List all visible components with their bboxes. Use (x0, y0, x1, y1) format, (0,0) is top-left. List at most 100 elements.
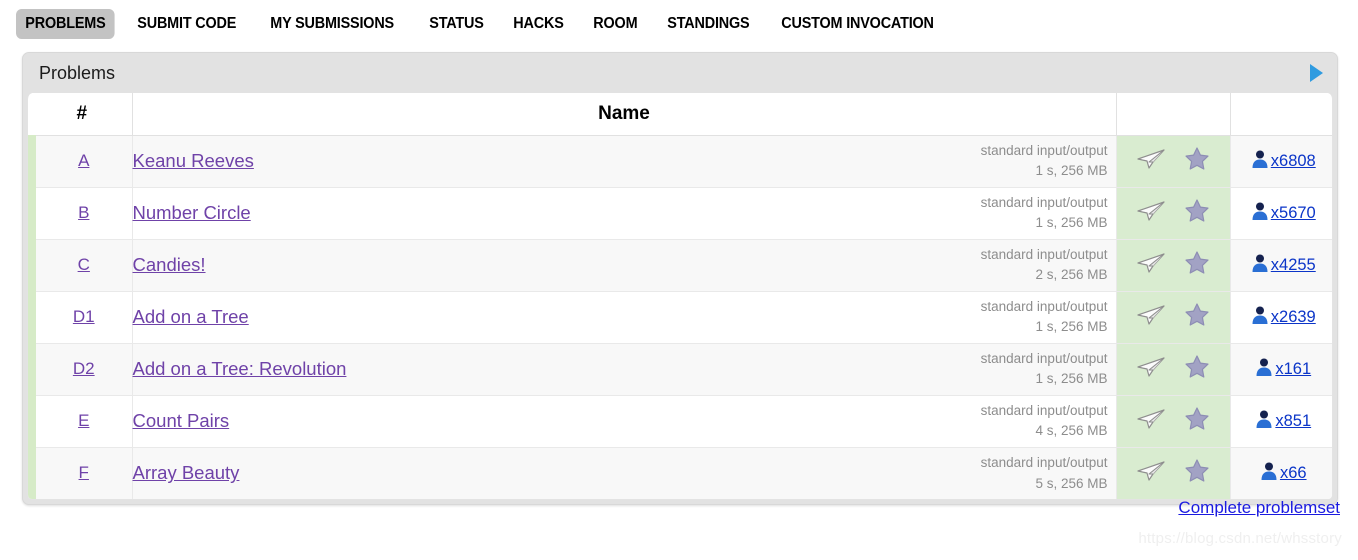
problem-index-cell: D2 (28, 343, 133, 396)
nav-tab-hacks[interactable]: HACKS (504, 9, 573, 39)
problem-time-memory: 2 s, 256 MB (1035, 267, 1108, 282)
paper-plane-icon[interactable] (1136, 148, 1166, 175)
problem-index-link[interactable]: B (78, 203, 89, 222)
user-icon (1260, 461, 1278, 486)
problems-table-wrap: # Name A Keanu Reeves standard input/outpu… (27, 93, 1333, 500)
table-row: E Count Pairs standard input/output 4 s, 25… (28, 395, 1332, 448)
problem-actions-cell (1116, 135, 1231, 188)
col-header-index: # (32, 93, 133, 136)
paper-plane-icon[interactable] (1136, 356, 1166, 383)
problem-actions-cell (1116, 447, 1231, 499)
problem-io: standard input/output (980, 350, 1108, 366)
problem-index-link[interactable]: D1 (73, 307, 95, 326)
table-row: B Number Circle standard input/output 1 s, … (28, 187, 1332, 240)
solved-count-link[interactable]: x2639 (1271, 308, 1316, 327)
nav-tab-standings[interactable]: STANDINGS (658, 9, 759, 39)
problem-solved-cell: x161 (1230, 343, 1332, 396)
solved-count-link[interactable]: x6808 (1271, 152, 1316, 171)
complete-problemset-link[interactable]: Complete problemset (1178, 498, 1340, 517)
star-icon[interactable] (1184, 250, 1210, 280)
nav-tab-my-submissions[interactable]: MY SUBMISSIONS (261, 9, 403, 39)
problem-solved-cell: x6808 (1230, 135, 1332, 188)
star-icon[interactable] (1184, 302, 1210, 332)
watermark: https://blog.csdn.net/whsstory (1138, 530, 1342, 547)
problem-limits: standard input/output 1 s, 256 MB (981, 141, 1108, 182)
nav-tab-custom-invocation[interactable]: CUSTOM INVOCATION (772, 9, 943, 39)
problem-index-link[interactable]: A (78, 151, 89, 170)
user-icon (1251, 149, 1269, 174)
problem-solved-cell: x851 (1230, 395, 1332, 448)
star-icon[interactable] (1184, 406, 1210, 436)
star-icon[interactable] (1184, 198, 1210, 228)
problem-name-cell: Keanu Reeves standard input/output 1 s, 25… (132, 135, 1117, 188)
paper-plane-icon[interactable] (1136, 252, 1166, 279)
problem-io: standard input/output (980, 246, 1108, 262)
paper-plane-icon[interactable] (1136, 408, 1166, 435)
problem-solved-cell: x5670 (1230, 187, 1332, 240)
problem-index-cell: D1 (28, 291, 133, 344)
problem-limits: standard input/output 4 s, 256 MB (981, 401, 1108, 442)
problem-io: standard input/output (980, 298, 1108, 314)
problem-time-memory: 5 s, 256 MB (1035, 475, 1108, 491)
problem-actions-cell (1116, 291, 1231, 344)
page-title: Problems (39, 62, 116, 83)
table-row: D2 Add on a Tree: Revolution standard inpu… (28, 343, 1332, 396)
col-header-solved (1230, 93, 1332, 136)
star-icon[interactable] (1184, 354, 1210, 384)
problem-name-cell: Array Beauty standard input/output 5 s, 25… (132, 447, 1117, 499)
star-icon[interactable] (1184, 458, 1210, 488)
solved-count-link[interactable]: x66 (1280, 464, 1307, 483)
problem-limits: standard input/output 2 s, 256 MB (981, 245, 1108, 286)
problem-time-memory: 1 s, 256 MB (1035, 215, 1108, 230)
caret-right-icon[interactable] (1310, 64, 1323, 82)
problem-name-link[interactable]: Add on a Tree: Revolution (133, 358, 347, 379)
paper-plane-icon[interactable] (1136, 460, 1166, 487)
solved-count-link[interactable]: x161 (1275, 360, 1311, 379)
solved-count-link[interactable]: x4255 (1271, 256, 1316, 275)
nav-tab-room[interactable]: ROOM (584, 9, 647, 39)
nav-tab-submit-code[interactable]: SUBMIT CODE (128, 9, 245, 39)
table-row: F Array Beauty standard input/output 5 s, 2… (28, 447, 1332, 499)
solved-count-link[interactable]: x5670 (1271, 204, 1316, 223)
problem-index-cell: A (28, 135, 133, 188)
problem-io: standard input/output (980, 402, 1108, 418)
problem-name-cell: Count Pairs standard input/output 4 s, 256… (132, 395, 1117, 448)
problem-index-cell: F (28, 447, 133, 499)
problem-index-link[interactable]: F (79, 463, 89, 482)
problem-index-link[interactable]: D2 (73, 359, 95, 378)
paper-plane-icon[interactable] (1136, 304, 1166, 331)
nav-tab-problems[interactable]: PROBLEMS (16, 9, 115, 39)
table-row: C Candies! standard input/output 2 s, 256 M… (28, 239, 1332, 292)
problem-name-link[interactable]: Keanu Reeves (133, 150, 254, 171)
user-icon (1251, 253, 1269, 278)
problem-name-link[interactable]: Count Pairs (133, 410, 230, 431)
user-icon (1251, 305, 1269, 330)
problem-index-link[interactable]: C (78, 255, 90, 274)
problem-solved-cell: x66 (1230, 447, 1332, 499)
problem-time-memory: 1 s, 256 MB (1035, 371, 1108, 386)
problem-name-cell: Candies! standard input/output 2 s, 256 MB (132, 239, 1117, 292)
problem-name-link[interactable]: Number Circle (133, 202, 251, 223)
problem-solved-cell: x4255 (1230, 239, 1332, 292)
contest-nav: PROBLEMS SUBMIT CODE MY SUBMISSIONS STATUS H… (0, 0, 1358, 48)
problem-name-link[interactable]: Candies! (133, 254, 206, 275)
solved-count-link[interactable]: x851 (1275, 412, 1311, 431)
problem-io: standard input/output (980, 455, 1108, 470)
problem-time-memory: 1 s, 256 MB (1035, 319, 1108, 334)
problem-name-link[interactable]: Add on a Tree (133, 306, 249, 327)
user-icon (1255, 409, 1273, 434)
user-icon (1251, 201, 1269, 226)
table-body: A Keanu Reeves standard input/output 1 s, 2… (28, 135, 1332, 499)
problem-limits: standard input/output 5 s, 256 MB (981, 453, 1108, 494)
problem-io: standard input/output (980, 142, 1108, 158)
nav-tab-status[interactable]: STATUS (420, 9, 493, 39)
table-row: A Keanu Reeves standard input/output 1 s, 2… (28, 135, 1332, 188)
paper-plane-icon[interactable] (1136, 200, 1166, 227)
problem-limits: standard input/output 1 s, 256 MB (981, 297, 1108, 338)
star-icon[interactable] (1184, 146, 1210, 176)
problem-name-link[interactable]: Array Beauty (133, 462, 240, 483)
problem-index-link[interactable]: E (78, 411, 89, 430)
col-header-name: Name (132, 93, 1117, 136)
problem-name-cell: Add on a Tree standard input/output 1 s, 2… (132, 291, 1117, 344)
problem-name-cell: Add on a Tree: Revolution standard input/… (132, 343, 1117, 396)
